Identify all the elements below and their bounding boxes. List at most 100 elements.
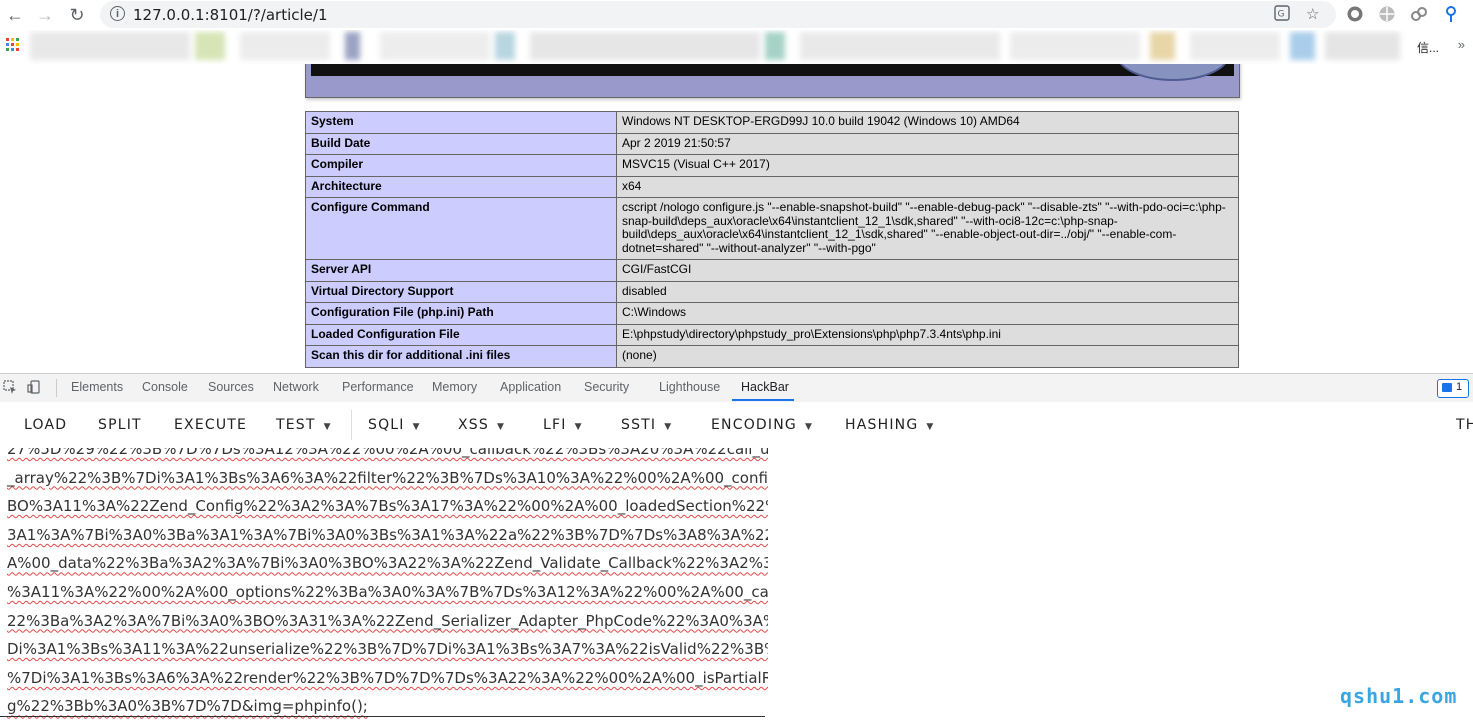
phpinfo-row: Build Date Apr 2 2019 21:50:57 [305,132,1239,155]
payload-line[interactable]: BO%3A11%3A%22Zend_Config%22%3A2%3A%7Bs%3… [7,492,768,521]
phpinfo-row: Configure Command cscript /nologo configu… [305,197,1239,260]
extension-link-icon[interactable] [1410,5,1428,23]
phpinfo-value: C:\Windows [616,302,1239,325]
phpinfo-row: Loaded Configuration File E:\phpstudy\dir… [305,323,1239,346]
payload-line[interactable]: %3A11%3A%22%00%2A%00_options%22%3Ba%3A0%… [7,578,768,607]
bookmark-item[interactable] [1190,32,1280,60]
xss-dropdown[interactable]: XSS ▼ [458,417,505,433]
payload-text[interactable]: 27%5D%29%22%3B%7D%7Ds%3A12%3A%22%00%2A%0… [7,448,768,720]
phpinfo-row: Architecture x64 [305,175,1239,198]
bookmark-item[interactable] [800,32,1000,60]
bookmark-item[interactable] [30,32,190,60]
issues-count: 1 [1456,381,1463,393]
phpinfo-row: Scan this dir for additional .ini files(… [305,345,1239,368]
ssti-dropdown[interactable]: SSTI ▼ [621,417,672,433]
payload-line[interactable]: 27%5D%29%22%3B%7D%7Ds%3A12%3A%22%00%2A%0… [7,448,768,464]
phpinfo-value: E:\phpstudy\directory\phpstudy_pro\Exten… [616,323,1239,346]
phpinfo-header-banner [305,64,1240,98]
bookmark-item-label[interactable]: 信... [1417,39,1439,56]
phpinfo-value: x64 [616,175,1239,198]
bookmark-item[interactable] [345,32,360,60]
tab-lighthouse[interactable]: Lighthouse [659,380,720,394]
bookmark-item[interactable] [1290,32,1315,60]
sqli-label: SQLI [368,417,405,433]
inspect-element-icon[interactable] [3,380,17,394]
info-icon[interactable]: i [110,6,125,21]
tab-elements[interactable]: Elements [71,380,123,394]
tab-application[interactable]: Application [500,380,561,394]
bookmarks-bar: 信... » [0,30,1473,65]
bookmarks-overflow-icon[interactable]: » [1458,37,1465,52]
payload-line[interactable]: 22%3Ba%3A2%3A%7Bi%3A0%3BO%3A31%3A%22Zend… [7,607,768,636]
encoding-dropdown[interactable]: ENCODING ▼ [711,417,813,433]
bookmark-item[interactable] [195,32,225,60]
payload-line[interactable]: Di%3A1%3Bs%3A11%3A%22unserialize%22%3B%7… [7,635,768,664]
back-icon[interactable]: ← [4,4,26,26]
browser-toolbar: ← → ↻ i 127.0.0.1:8101/?/article/1 G ☆ [0,0,1473,30]
tab-hackbar[interactable]: HackBar [741,380,789,394]
extension-globe-icon[interactable] [1378,5,1396,23]
bookmark-item[interactable] [765,32,785,60]
tab-performance[interactable]: Performance [342,380,414,394]
apps-icon[interactable] [6,38,19,51]
bookmark-item[interactable] [530,32,760,60]
tab-memory[interactable]: Memory [432,380,477,394]
lfi-dropdown[interactable]: LFI ▼ [543,417,583,433]
tab-console[interactable]: Console [142,380,188,394]
active-tab-indicator [732,399,794,401]
bookmark-item[interactable] [1010,32,1140,60]
phpinfo-table: System Windows NT DESKTOP-ERGD99J 10.0 bu… [305,111,1239,368]
phpinfo-key: System [305,111,617,134]
php-logo [1116,64,1230,81]
phpinfo-value: disabled [616,280,1239,303]
extension-pin-icon[interactable] [1442,5,1460,23]
test-button[interactable]: TEST ▼ [276,417,332,433]
bookmark-item[interactable] [240,32,330,60]
ssti-label: SSTI [621,417,657,433]
caret-down-icon: ▼ [804,422,814,432]
extension-circle-icon[interactable] [1346,5,1364,23]
bookmark-item[interactable] [380,32,490,60]
translate-icon[interactable]: G [1274,5,1290,25]
issues-badge[interactable]: 1 [1437,379,1469,398]
phpinfo-key: Compiler [305,154,617,177]
bookmark-item[interactable] [1325,32,1400,60]
caret-down-icon: ▼ [574,422,583,432]
overflow-button[interactable]: TH [1456,417,1473,433]
bookmark-star-icon[interactable]: ☆ [1306,5,1319,23]
caret-down-icon: ▼ [412,422,421,432]
lfi-label: LFI [543,417,567,433]
devtools-tab-bar: Elements Console Sources Network Perform… [0,373,1473,403]
payload-line[interactable]: 3A1%3A%7Bi%3A0%3Ba%3A1%3A%7Bi%3A0%3Bs%3A… [7,521,768,550]
load-button[interactable]: LOAD [24,417,67,433]
forward-icon[interactable]: → [34,4,56,26]
phpinfo-value: Windows NT DESKTOP-ERGD99J 10.0 build 19… [616,111,1239,134]
sqli-dropdown[interactable]: SQLI ▼ [368,417,421,433]
reload-icon[interactable]: ↻ [66,4,88,26]
caret-down-icon: ▼ [323,422,332,432]
hashing-dropdown[interactable]: HASHING ▼ [845,417,935,433]
svg-text:G: G [1278,10,1285,20]
phpinfo-key: Scan this dir for additional .ini files [305,345,617,368]
url-text[interactable]: 127.0.0.1:8101/?/article/1 [133,6,328,24]
encoding-label: ENCODING [711,417,797,433]
message-icon [1442,383,1452,392]
devtools-separator [56,379,57,397]
bookmark-item[interactable] [1150,32,1175,60]
split-button[interactable]: SPLIT [98,417,142,433]
payload-line[interactable]: %7Di%3A1%3Bs%3A6%3A%22render%22%3B%7D%7D… [7,664,768,693]
tab-sources[interactable]: Sources [208,380,254,394]
hackbar-body-textarea[interactable]: 27%5D%29%22%3B%7D%7Ds%3A12%3A%22%00%2A%0… [0,448,768,720]
toolbar-divider [351,410,352,440]
phpinfo-value: cscript /nologo configure.js "--enable-s… [616,197,1239,260]
tab-network[interactable]: Network [273,380,319,394]
payload-line[interactable]: _array%22%3B%7Di%3A1%3Bs%3A6%3A%22filter… [7,464,768,493]
device-toolbar-icon[interactable] [27,380,41,394]
textarea-border [0,716,765,717]
address-bar[interactable]: i 127.0.0.1:8101/?/article/1 G ☆ [100,1,1336,28]
execute-button[interactable]: EXECUTE [174,417,247,433]
payload-line[interactable]: A%00_data%22%3Ba%3A2%3A%7Bi%3A0%3BO%3A22… [7,549,768,578]
phpinfo-row: Virtual Directory Support disabled [305,280,1239,303]
bookmark-item[interactable] [495,32,515,60]
tab-security[interactable]: Security [584,380,629,394]
